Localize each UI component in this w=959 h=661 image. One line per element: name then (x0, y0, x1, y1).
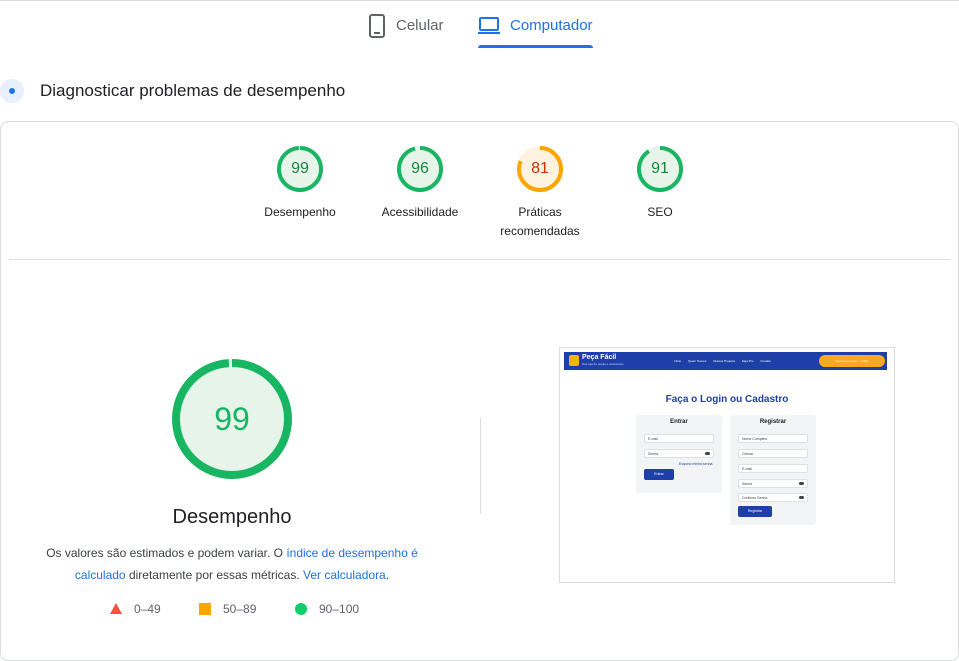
legend-range: 50–89 (223, 602, 257, 616)
score-performance[interactable]: 99 Desempenho (240, 145, 360, 222)
eye-icon (799, 482, 804, 485)
score-label: Acessibilidade (381, 205, 459, 219)
login-button: Entrar (644, 469, 674, 480)
tab-desktop-label: Computador (510, 17, 593, 34)
register-password-field: Senha (738, 479, 808, 488)
section-divider (9, 259, 950, 260)
calculator-link[interactable]: Ver calculadora (303, 568, 386, 582)
score-value: 99 (291, 160, 309, 177)
score-value: 91 (651, 160, 669, 177)
register-title: Registrar (759, 419, 787, 425)
legend-range: 0–49 (134, 602, 161, 616)
screenshot-login-panel: Entrar E-mail Senha Esqueci minha senha … (636, 415, 722, 493)
description-text: . (385, 568, 390, 582)
screenshot-brand-sub: Sua loja de peças e acessórios (582, 362, 624, 366)
eye-icon (799, 496, 804, 499)
score-value: 96 (411, 160, 429, 177)
tab-mobile[interactable]: Celular (368, 12, 444, 50)
tab-mobile-label: Celular (396, 17, 444, 34)
description-text: diretamente por essas métricas. (125, 568, 304, 582)
score-label: Desempenho (264, 205, 336, 219)
screenshot-menu: Início Quem Somos Nossos Projetos Seja P… (674, 359, 777, 363)
score-label: Práticas recomendadas (500, 205, 580, 238)
forgot-password-link: Esqueci minha senha (679, 462, 713, 466)
login-email-field: E-mail (644, 434, 714, 443)
menu-item: Quem Somos (688, 359, 707, 363)
gauge-ring: 96 (396, 145, 444, 193)
diagnostics-icon (0, 79, 24, 103)
register-button: Registrar (738, 506, 772, 517)
circle-icon (295, 603, 307, 615)
screenshot-navbar: Peça Fácil Sua loja de peças e acessório… (564, 352, 887, 370)
square-icon (199, 603, 211, 615)
score-accessibility[interactable]: 96 Acessibilidade (360, 145, 480, 222)
register-phone-field: Celular (738, 449, 808, 458)
active-tab-indicator (478, 45, 593, 48)
gauge-ring: 99 (276, 145, 324, 193)
section-title: Diagnosticar problemas de desempenho (40, 81, 346, 100)
main-score-value: 99 (214, 401, 250, 437)
register-email-field: E-mail (738, 464, 808, 473)
screenshot-cta: Conheça nossos - Grátis (819, 355, 885, 367)
score-label: SEO (647, 205, 673, 219)
vertical-divider (480, 418, 481, 514)
menu-item: Seja Pro (741, 359, 754, 363)
register-name-field: Nome Completo (738, 434, 808, 443)
menu-item: Nossos Projetos (713, 359, 736, 363)
smartphone-icon (369, 14, 385, 38)
score-legend: 0–49 50–89 90–100 (0, 602, 460, 622)
login-title: Entrar (670, 419, 688, 425)
register-confirm-field: Confirme Senha (738, 493, 808, 502)
gauge-ring: 91 (636, 145, 684, 193)
device-tabs: Celular Computador (0, 0, 959, 50)
gauge-ring: 81 (516, 145, 564, 193)
legend-item-average: 50–89 (199, 602, 256, 616)
laptop-icon (478, 17, 500, 34)
screenshot-brand: Peça Fácil (582, 354, 617, 361)
screenshot-register-panel: Registrar Nome Completo Celular E-mail S… (730, 415, 816, 525)
screenshot-heading: Faça o Login ou Cadastro (665, 394, 789, 405)
legend-range: 90–100 (319, 602, 360, 616)
description-text: Os valores são estimados e podem variar.… (46, 546, 287, 560)
login-password-field: Senha (644, 449, 714, 458)
menu-item: Início (674, 359, 682, 363)
triangle-icon (110, 603, 122, 614)
score-value: 81 (531, 160, 549, 177)
menu-item: Contato (760, 359, 771, 363)
legend-item-pass: 90–100 (295, 602, 359, 616)
page-screenshot[interactable]: Peça Fácil Sua loja de peças e acessório… (559, 347, 895, 583)
score-seo[interactable]: 91 SEO (600, 145, 720, 222)
score-best-practices[interactable]: 81 Práticas recomendadas (480, 145, 600, 241)
score-description: Os valores são estimados e podem variar.… (40, 542, 424, 586)
legend-item-fail: 0–49 (110, 602, 161, 616)
eye-icon (705, 452, 710, 455)
logo-icon (569, 355, 579, 366)
main-score-title: Desempenho (172, 506, 292, 528)
